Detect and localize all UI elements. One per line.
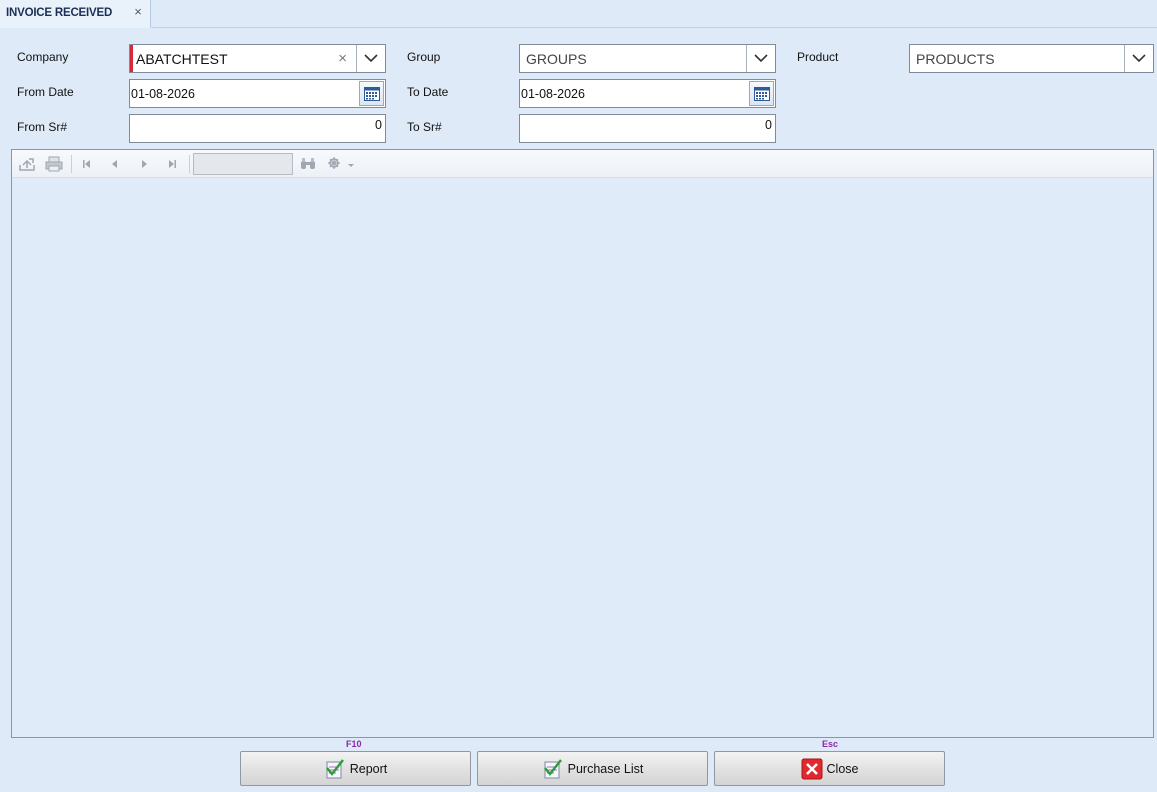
- required-marker: [130, 45, 133, 72]
- from-date-field[interactable]: 01-08-2026: [129, 79, 386, 108]
- last-page-icon[interactable]: [163, 155, 181, 173]
- report-hotkey: F10: [346, 739, 362, 749]
- chevron-down-icon[interactable]: [1124, 45, 1153, 72]
- to-date-field[interactable]: 01-08-2026: [519, 79, 776, 108]
- from-sr-value: 0: [375, 118, 382, 132]
- purchase-list-button[interactable]: Purchase List: [477, 751, 708, 786]
- page-number-input[interactable]: [193, 153, 293, 175]
- report-canvas: [12, 178, 1153, 737]
- to-sr-field[interactable]: 0: [519, 114, 776, 143]
- close-button-label: Close: [826, 761, 859, 776]
- from-sr-field[interactable]: 0: [129, 114, 386, 143]
- report-icon: [324, 758, 346, 780]
- next-page-icon[interactable]: [135, 155, 153, 173]
- document-tab-strip: INVOICE RECEIVED ×: [0, 0, 1157, 28]
- group-label: Group: [407, 50, 441, 64]
- close-button[interactable]: Close: [714, 751, 945, 786]
- group-value: GROUPS: [526, 51, 587, 67]
- tab-close-icon[interactable]: ×: [131, 5, 145, 19]
- tab-invoice-received[interactable]: INVOICE RECEIVED ×: [0, 0, 151, 28]
- product-combo[interactable]: PRODUCTS: [909, 44, 1154, 73]
- company-value: ABATCHTEST: [136, 51, 228, 67]
- to-date-value: 01-08-2026: [521, 87, 585, 101]
- calendar-icon[interactable]: [749, 81, 774, 106]
- find-icon[interactable]: [299, 155, 317, 173]
- toolbar-separator: [71, 155, 72, 173]
- company-combo[interactable]: ABATCHTEST ×: [129, 44, 386, 73]
- calendar-icon[interactable]: [359, 81, 384, 106]
- from-date-value: 01-08-2026: [131, 87, 195, 101]
- to-date-label: To Date: [407, 85, 449, 99]
- product-value: PRODUCTS: [916, 51, 995, 67]
- tab-title: INVOICE RECEIVED: [6, 7, 113, 19]
- company-label: Company: [17, 50, 69, 64]
- report-button-label: Report: [349, 761, 388, 776]
- from-date-label: From Date: [17, 85, 74, 99]
- to-sr-value: 0: [765, 118, 772, 132]
- report-viewer-toolbar: [12, 150, 1153, 178]
- from-sr-label: From Sr#: [17, 120, 68, 134]
- close-hotkey: Esc: [822, 739, 839, 749]
- purchase-list-icon: [542, 758, 564, 780]
- group-combo[interactable]: GROUPS: [519, 44, 776, 73]
- chevron-down-icon[interactable]: [746, 45, 775, 72]
- previous-page-icon[interactable]: [106, 155, 124, 173]
- first-page-icon[interactable]: [78, 155, 96, 173]
- report-viewer: [11, 149, 1154, 738]
- purchase-list-button-label: Purchase List: [567, 761, 644, 776]
- export-icon[interactable]: [18, 155, 36, 173]
- product-label: Product: [797, 50, 839, 64]
- zoom-icon[interactable]: [326, 155, 356, 173]
- to-sr-label: To Sr#: [407, 120, 442, 134]
- clear-icon[interactable]: ×: [338, 50, 347, 67]
- report-button[interactable]: Report: [240, 751, 471, 786]
- chevron-down-icon[interactable]: [356, 45, 385, 72]
- print-icon[interactable]: [45, 155, 63, 173]
- toolbar-separator: [189, 155, 190, 173]
- close-icon: [801, 758, 823, 780]
